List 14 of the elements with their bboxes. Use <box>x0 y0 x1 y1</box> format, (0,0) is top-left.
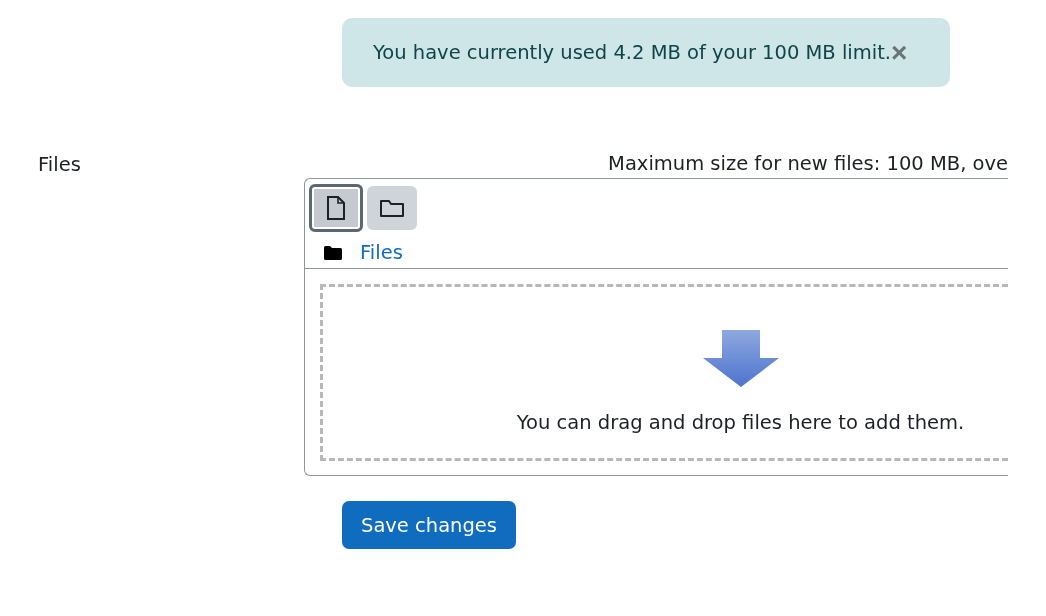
drop-zone[interactable]: You can drag and drop files here to add them. <box>320 284 1008 461</box>
folder-icon <box>380 199 404 217</box>
alert-message: You have currently used 4.2 MB of your 100 MB limit. <box>373 41 891 64</box>
limits-text: Maximum size for new files: 100 MB, ove <box>607 152 1008 177</box>
save-changes-button[interactable]: Save changes <box>342 501 516 549</box>
down-arrow-icon <box>701 329 780 389</box>
breadcrumb-link[interactable]: Files <box>360 241 403 264</box>
file-icon <box>326 196 346 220</box>
drop-hint: You can drag and drop files here to add them. <box>516 411 965 434</box>
create-folder-button[interactable] <box>367 186 417 230</box>
add-file-button[interactable] <box>309 184 363 232</box>
close-button[interactable]: × <box>891 38 908 67</box>
folder-icon <box>324 245 342 260</box>
field-label: Files <box>37 152 82 178</box>
